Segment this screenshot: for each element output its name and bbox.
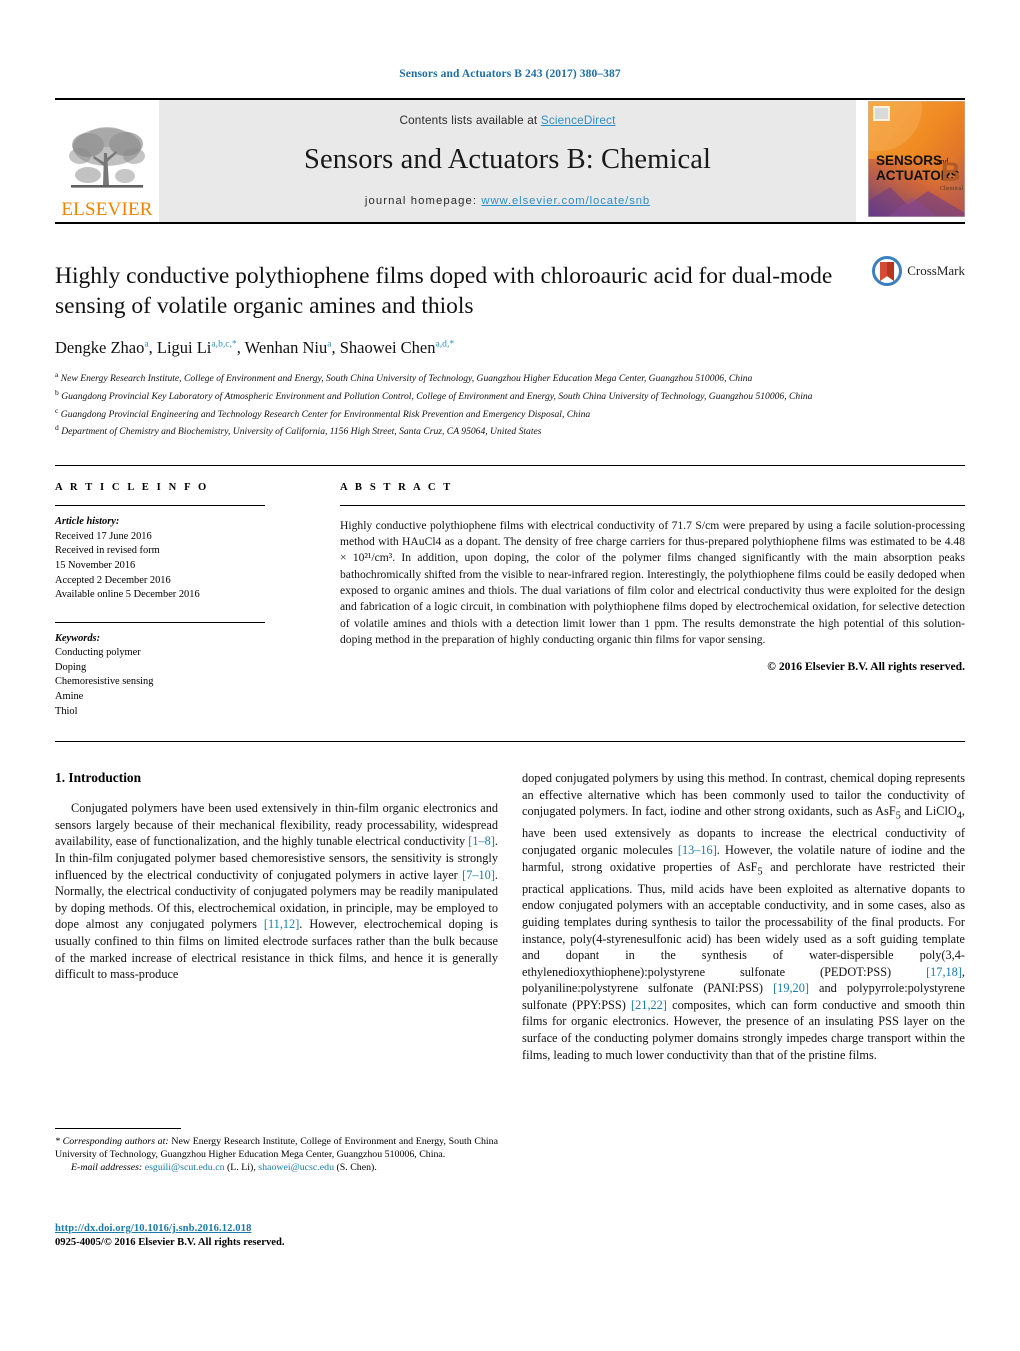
email-addresses-note: E-mail addresses: esguili@scut.edu.cn (L… [71, 1162, 377, 1174]
running-head: Sensors and Actuators B 243 (2017) 380–3… [399, 68, 621, 80]
affiliation-marker: b [55, 387, 59, 397]
contents-prefix: Contents lists available at [399, 113, 541, 127]
affiliation-marker: c [55, 405, 59, 415]
body-column-right: doped conjugated polymers by using this … [522, 770, 965, 1200]
keyword-item: Chemoresistive sensing [55, 676, 154, 688]
crossmark-icon [872, 256, 903, 286]
article-history: Article history: Received 17 June 2016 R… [55, 515, 305, 603]
page-title: Highly conductive polythiophene films do… [55, 263, 833, 319]
article-info-column: A R T I C L E I N F O Article history: R… [55, 466, 305, 719]
keyword-item: Amine [55, 691, 84, 703]
affiliation-item: a New Energy Research Institute, College… [55, 368, 965, 386]
elsevier-tree-icon [69, 127, 145, 188]
section-heading-introduction: 1. Introduction [55, 770, 142, 786]
homepage-prefix: journal homepage: [364, 194, 482, 207]
crossmark-label: CrossMark [907, 263, 965, 278]
abstract-copyright: © 2016 Elsevier B.V. All rights reserved… [767, 659, 965, 673]
footnote-block: * Corresponding authors at: New Energy R… [55, 1128, 498, 1175]
journal-homepage-line: journal homepage: www.elsevier.com/locat… [365, 195, 650, 207]
svg-text:Chemical: Chemical [940, 186, 963, 192]
contents-lists-line: Contents lists available at ScienceDirec… [399, 114, 615, 127]
affiliation-text: Department of Chemistry and Biochemistry… [61, 426, 542, 438]
history-item: Received 17 June 2016 [55, 530, 152, 542]
title-block: Highly conductive polythiophene films do… [55, 224, 965, 439]
info-abstract-section: A R T I C L E I N F O Article history: R… [55, 465, 965, 719]
journal-cover-image: SENSORS and ACTUATORS B Chemical [834, 62, 966, 217]
affiliation-text: Guangdong Provincial Key Laboratory of A… [61, 390, 813, 402]
corresponding-author-note: * Corresponding authors at: New Energy R… [55, 1136, 499, 1161]
affiliation-list: a New Energy Research Institute, College… [55, 368, 965, 439]
author-list: Dengke Zhaoa, Ligui Lia,b,c,*, Wenhan Ni… [55, 338, 455, 357]
abstract-text: Highly conductive polythiophene films wi… [340, 518, 965, 646]
keywords-rule [55, 621, 265, 623]
abstract-rule [340, 505, 965, 507]
affiliation-item: c Guangdong Provincial Engineering and T… [55, 404, 965, 422]
affiliation-item: b Guangdong Provincial Key Laboratory of… [55, 386, 965, 404]
footnote-rule [55, 1128, 181, 1129]
history-item: 15 November 2016 [55, 559, 136, 571]
abstract-heading: A B S T R A C T [340, 482, 453, 494]
journal-homepage-link[interactable]: www.elsevier.com/locate/snb [481, 195, 650, 207]
svg-text:SENSORS: SENSORS [876, 153, 942, 168]
journal-band: Contents lists available at ScienceDirec… [159, 100, 856, 222]
article-history-label: Article history: [55, 516, 120, 528]
intro-paragraph-left: Conjugated polymers have been used exten… [55, 801, 498, 982]
sciencedirect-link[interactable]: ScienceDirect [541, 114, 616, 127]
journal-masthead: ELSEVIER Contents lists available at Sci… [55, 62, 966, 222]
keywords-block: Keywords: Conducting polymer Doping Chem… [55, 621, 305, 720]
svg-text:B: B [941, 157, 961, 187]
affiliation-marker: d [55, 423, 59, 433]
abstract-column: A B S T R A C T Highly conductive polyth… [305, 466, 965, 719]
history-item: Accepted 2 December 2016 [55, 574, 171, 586]
affiliation-text: New Energy Research Institute, College o… [60, 373, 753, 385]
paper-page: Sensors and Actuators B 243 (2017) 380–3… [0, 0, 1020, 1351]
article-info-heading: A R T I C L E I N F O [55, 482, 209, 494]
keyword-item: Thiol [55, 705, 78, 717]
affiliation-item: d Department of Chemistry and Biochemist… [55, 421, 965, 439]
affiliation-marker: a [55, 370, 59, 379]
elsevier-wordmark: ELSEVIER [61, 199, 153, 220]
keywords-label: Keywords: [55, 632, 101, 644]
crossmark-badge[interactable]: CrossMark [872, 256, 965, 286]
doi-block: http://dx.doi.org/10.1016/j.snb.2016.12.… [55, 1218, 505, 1248]
history-item: Available online 5 December 2016 [55, 589, 200, 601]
issn-copyright-line: 0925-4005/© 2016 Elsevier B.V. All right… [55, 1237, 285, 1248]
elsevier-logo: ELSEVIER [55, 100, 159, 222]
journal-cover-thumbnail: SENSORS and ACTUATORS B Chemical [834, 62, 966, 222]
keyword-item: Conducting polymer [55, 647, 141, 659]
keyword-item: Doping [55, 661, 87, 673]
article-info-rule [55, 505, 265, 507]
history-item: Received in revised form [55, 545, 160, 557]
affiliation-text: Guangdong Provincial Engineering and Tec… [60, 408, 591, 420]
journal-title: Sensors and Actuators B: Chemical [304, 143, 711, 175]
intro-paragraph-right: doped conjugated polymers by using this … [522, 771, 965, 1062]
doi-link[interactable]: http://dx.doi.org/10.1016/j.snb.2016.12.… [55, 1223, 251, 1234]
